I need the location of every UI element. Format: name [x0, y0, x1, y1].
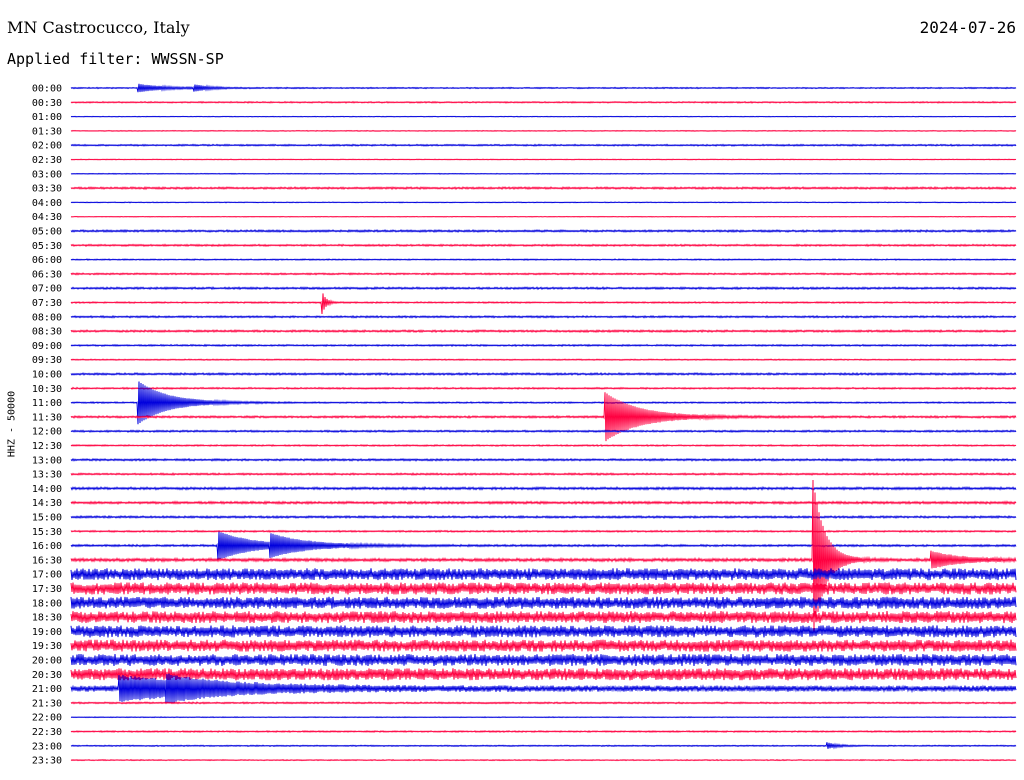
trace-row [70, 143, 1017, 147]
time-tick-label: 06:00 [32, 255, 62, 266]
trace-row [70, 457, 1017, 462]
time-tick-label: 04:30 [32, 212, 62, 223]
trace-row [70, 429, 1017, 434]
trace-row [70, 272, 1017, 276]
time-tick-label: 05:00 [32, 227, 62, 238]
trace-row [70, 100, 1017, 104]
trace-row [70, 243, 1017, 248]
time-tick-label: 01:00 [32, 112, 62, 123]
trace-row [70, 531, 1017, 561]
helicorder-plot: 00:00 00:30 01:00 01:30 02:00 02:30 03:00 03:30… [32, 83, 1017, 767]
time-tick-label: 11:00 [32, 398, 62, 409]
time-tick-label: 13:00 [32, 455, 62, 466]
trace-row [70, 729, 1017, 734]
trace-row [70, 129, 1017, 132]
time-tick-label: 15:00 [32, 513, 62, 524]
trace-row [70, 158, 1017, 161]
time-tick-label: 02:00 [32, 141, 62, 152]
trace-row [70, 582, 1017, 595]
trace-row [70, 286, 1017, 291]
time-tick-label: 17:30 [32, 584, 62, 595]
trace-row [70, 568, 1017, 581]
trace-row [70, 83, 1017, 93]
trace-row [70, 293, 1017, 315]
trace-row [70, 701, 1017, 705]
time-tick-label: 12:30 [32, 441, 62, 452]
time-tick-label: 03:00 [32, 169, 62, 180]
time-tick-label: 17:00 [32, 570, 62, 581]
trace-row [70, 611, 1017, 624]
time-tick-label: 23:00 [32, 741, 62, 752]
trace-row [70, 343, 1017, 348]
time-tick-label: 14:30 [32, 498, 62, 509]
trace-row [70, 314, 1017, 319]
trace-row [70, 758, 1017, 762]
trace-row [70, 639, 1017, 652]
trace-row [70, 386, 1017, 390]
trace-row [70, 529, 1017, 534]
trace-row [70, 201, 1017, 204]
time-tick-label: 20:30 [32, 670, 62, 681]
trace-row [70, 228, 1017, 234]
time-tick-label: 05:30 [32, 241, 62, 252]
time-tick-label: 10:30 [32, 384, 62, 395]
time-tick-label: 11:30 [32, 412, 62, 423]
time-tick-label: 21:00 [32, 684, 62, 695]
time-tick-label: 21:30 [32, 698, 62, 709]
trace-row [70, 215, 1017, 218]
time-tick-label: 06:30 [32, 269, 62, 280]
trace-row [70, 371, 1017, 377]
trace-row [70, 742, 1017, 750]
time-tick-label: 14:00 [32, 484, 62, 495]
time-tick-label: 15:30 [32, 527, 62, 538]
time-tick-label: 22:00 [32, 713, 62, 724]
time-tick-label: 16:00 [32, 541, 62, 552]
time-tick-label: 12:00 [32, 427, 62, 438]
time-tick-label: 18:30 [32, 613, 62, 624]
trace-row [70, 185, 1017, 191]
time-tick-label: 20:00 [32, 656, 62, 667]
time-tick-label: 00:30 [32, 98, 62, 109]
trace-row [70, 596, 1017, 609]
time-tick-label: 19:30 [32, 641, 62, 652]
time-tick-label: 04:00 [32, 198, 62, 209]
trace-row [70, 653, 1017, 667]
trace-row [70, 329, 1017, 334]
trace-row [70, 472, 1017, 476]
trace-row [70, 358, 1017, 362]
time-tick-label: 13:30 [32, 470, 62, 481]
time-tick-label: 10:00 [32, 370, 62, 381]
time-tick-label: 07:00 [32, 284, 62, 295]
trace-row [70, 443, 1017, 448]
trace-row [70, 485, 1017, 491]
trace-row [70, 172, 1017, 175]
time-tick-label: 03:30 [32, 184, 62, 195]
time-tick-label: 01:30 [32, 126, 62, 137]
trace-row [70, 514, 1017, 520]
time-tick-label: 16:30 [32, 555, 62, 566]
time-tick-label: 07:30 [32, 298, 62, 309]
trace-row [70, 668, 1017, 681]
time-tick-label: 09:00 [32, 341, 62, 352]
time-tick-label: 18:00 [32, 598, 62, 609]
trace-row [70, 258, 1017, 261]
time-tick-label: 02:30 [32, 155, 62, 166]
trace-row [70, 716, 1017, 719]
trace-row [70, 625, 1017, 638]
time-tick-label: 08:00 [32, 312, 62, 323]
time-tick-label: 00:00 [32, 84, 62, 95]
time-tick-label: 19:00 [32, 627, 62, 638]
time-tick-label: 09:30 [32, 355, 62, 366]
time-tick-label: 23:30 [32, 756, 62, 767]
trace-row [70, 500, 1017, 506]
time-tick-label: 22:30 [32, 727, 62, 738]
trace-row [70, 673, 1017, 703]
time-tick-label: 08:30 [32, 327, 62, 338]
trace-row [70, 392, 1017, 442]
trace-row [70, 115, 1017, 118]
